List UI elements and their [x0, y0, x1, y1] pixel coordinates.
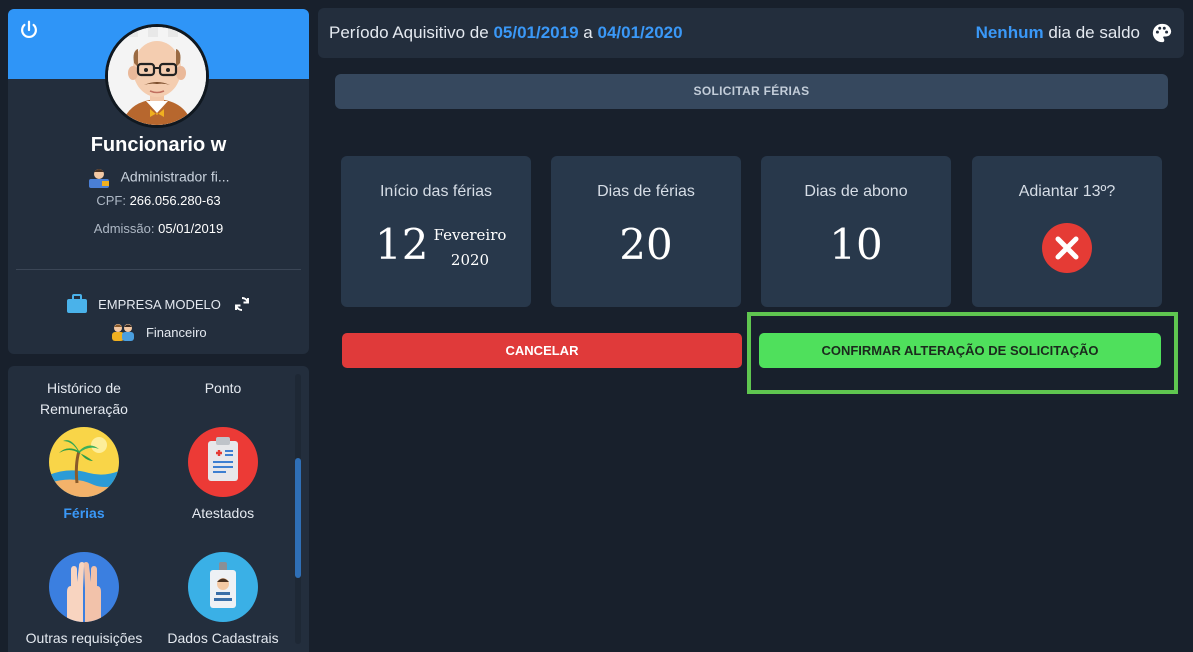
- vacation-balance: Nenhum dia de saldo: [976, 23, 1140, 43]
- id-badge-icon: [188, 552, 258, 622]
- medical-clipboard-icon: [188, 427, 258, 497]
- period-prefix: Período Aquisitivo de: [329, 23, 489, 42]
- close-icon: [1042, 223, 1092, 273]
- menu-item-ponto-label: Ponto: [204, 380, 242, 396]
- vacation-days-value: 20: [619, 220, 673, 269]
- menu-card: Histórico de Remuneração Ponto Férias At…: [8, 366, 309, 652]
- balance-value: Nenhum: [975, 23, 1044, 42]
- profile-card: Funcionario w Administrador fi... CPF: 2…: [8, 9, 309, 354]
- role-label: Administrador fi...: [120, 168, 230, 185]
- briefcase-icon: [67, 294, 88, 313]
- admission-line: Admissão: 05/01/2019: [8, 221, 309, 236]
- palette-icon[interactable]: [1151, 22, 1173, 44]
- raised-hands-icon: [49, 552, 119, 622]
- administrator-icon: [89, 169, 110, 188]
- request-vacation-button[interactable]: SOLICITAR FÉRIAS: [335, 74, 1168, 109]
- menu-item-dados-cadastrais[interactable]: Dados Cadastrais: [153, 552, 293, 646]
- period-end-date: 04/01/2020: [597, 23, 683, 42]
- menu-item-outras-requisicoes-label: Outras requisições: [25, 630, 143, 646]
- cpf-line: CPF: 266.056.280-63: [8, 193, 309, 208]
- bonus-days-card: Dias de abono 10: [761, 156, 951, 307]
- department-name: Financeiro: [145, 324, 207, 340]
- menu-item-outras-requisicoes[interactable]: Outras requisições: [14, 552, 154, 646]
- period-bar: Período Aquisitivo de 05/01/2019 a 04/01…: [318, 8, 1184, 58]
- vacation-days-card: Dias de férias 20: [551, 156, 741, 307]
- cancel-button[interactable]: CANCELAR: [342, 333, 742, 368]
- team-icon: [112, 324, 135, 341]
- company-line: EMPRESA MODELO: [8, 294, 309, 314]
- beach-icon: [49, 427, 119, 497]
- menu-item-atestados[interactable]: Atestados: [153, 427, 293, 521]
- advance-13th-card: Adiantar 13º?: [972, 156, 1162, 307]
- vacation-start-year: 2020: [450, 251, 490, 269]
- cpf-label: CPF:: [96, 193, 126, 208]
- vacation-days-title: Dias de férias: [597, 183, 695, 200]
- period-start-date: 05/01/2019: [493, 23, 579, 42]
- menu-item-historico-remuneracao[interactable]: Histórico de Remuneração: [14, 378, 154, 420]
- balance-suffix: dia de saldo: [1048, 23, 1140, 42]
- confirm-change-request-button[interactable]: CONFIRMAR ALTERAÇÃO DE SOLICITAÇÃO: [759, 333, 1161, 368]
- period-connector: a: [583, 23, 593, 42]
- avatar: [105, 24, 209, 128]
- menu-title-line: Histórico de: [47, 380, 121, 396]
- bonus-days-title: Dias de abono: [804, 183, 908, 200]
- menu-item-ferias-label: Férias: [63, 505, 105, 521]
- department-line: Financeiro: [8, 322, 309, 342]
- role-line: Administrador fi...: [8, 167, 309, 189]
- menu-item-ferias[interactable]: Férias: [14, 427, 154, 521]
- menu-item-dados-cadastrais-label: Dados Cadastrais: [167, 630, 279, 646]
- menu-scrollbar-thumb[interactable]: [295, 458, 301, 578]
- admission-value: 05/01/2019: [158, 221, 224, 236]
- profile-divider: [16, 269, 301, 270]
- menu-item-atestados-label: Atestados: [191, 505, 255, 521]
- vacation-start-card: Início das férias 12 Fevereiro 2020: [341, 156, 531, 307]
- vacation-start-title: Início das férias: [379, 183, 493, 200]
- menu-item-ponto[interactable]: Ponto: [153, 378, 293, 399]
- vacation-start-day: 12: [375, 220, 429, 269]
- cpf-value: 266.056.280-63: [129, 193, 221, 208]
- acquisition-period: Período Aquisitivo de 05/01/2019 a 04/01…: [329, 23, 683, 43]
- menu-title-line: Remuneração: [40, 401, 128, 417]
- company-name: EMPRESA MODELO: [98, 296, 221, 312]
- power-icon[interactable]: [18, 19, 40, 41]
- bonus-days-value: 10: [829, 220, 883, 269]
- switch-company-icon[interactable]: [233, 295, 251, 313]
- advance-13th-title: Adiantar 13º?: [1018, 183, 1116, 200]
- vacation-start-month: Fevereiro: [433, 226, 507, 244]
- employee-name: Funcionario w: [90, 134, 227, 156]
- admission-label: Admissão:: [93, 221, 155, 236]
